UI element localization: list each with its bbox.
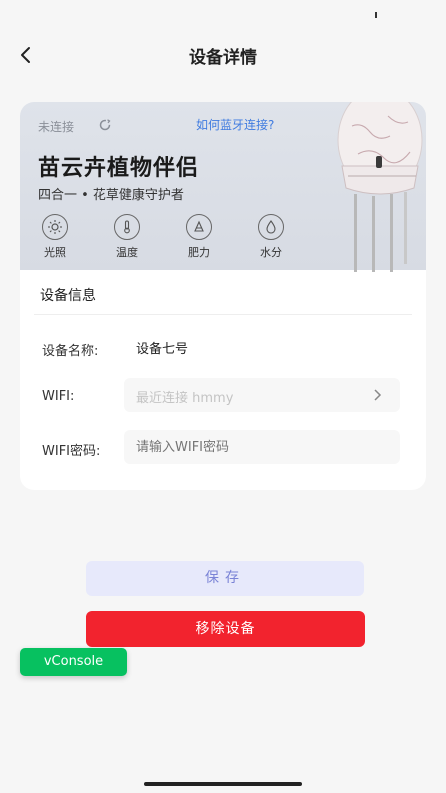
water-drop-icon — [258, 214, 284, 240]
device-card: 未连接 如何蓝牙连接? 苗云卉植物伴侣 四合一 • 花草健康守护者 光照 温度 … — [20, 102, 426, 490]
wifi-label: WIFI: — [42, 389, 75, 404]
home-indicator — [144, 782, 302, 786]
connection-status: 未连接 — [38, 120, 75, 134]
feature-label: 光照 — [44, 246, 66, 259]
remove-device-button[interactable]: 移除设备 — [86, 611, 365, 647]
device-image — [337, 102, 423, 272]
page-title: 设备详情 — [189, 48, 257, 68]
chevron-right-icon[interactable] — [372, 388, 384, 402]
status-indicator — [375, 12, 377, 18]
feature-label: 肥力 — [188, 246, 210, 259]
product-banner: 未连接 如何蓝牙连接? 苗云卉植物伴侣 四合一 • 花草健康守护者 光照 温度 … — [20, 102, 426, 272]
section-title: 设备信息 — [40, 288, 96, 304]
status-bar — [0, 0, 446, 30]
wifi-selector[interactable]: 最近连接 hmmy — [124, 378, 400, 412]
fertility-icon — [186, 214, 212, 240]
refresh-icon[interactable] — [98, 118, 112, 132]
feature-light: 光照 — [38, 214, 72, 260]
sun-icon — [42, 214, 68, 240]
nav-bar: 设备详情 — [0, 30, 446, 80]
vconsole-button[interactable]: vConsole — [20, 648, 127, 676]
wifi-password-label: WIFI密码: — [42, 444, 101, 459]
feature-temperature: 温度 — [110, 214, 144, 260]
thermometer-icon — [114, 214, 140, 240]
feature-fertility: 肥力 — [182, 214, 216, 260]
divider — [34, 314, 412, 315]
save-button[interactable]: 保存 — [86, 561, 364, 596]
bluetooth-help-link[interactable]: 如何蓝牙连接? — [196, 116, 274, 133]
device-name-label: 设备名称: — [42, 344, 99, 359]
product-subtitle: 四合一 • 花草健康守护者 — [38, 188, 184, 203]
wifi-password-input[interactable] — [124, 430, 400, 464]
feature-label: 水分 — [260, 246, 282, 259]
feature-water: 水分 — [254, 214, 288, 260]
device-name-input[interactable] — [124, 330, 400, 364]
product-title: 苗云卉植物伴侣 — [38, 156, 200, 181]
feature-label: 温度 — [116, 246, 138, 259]
